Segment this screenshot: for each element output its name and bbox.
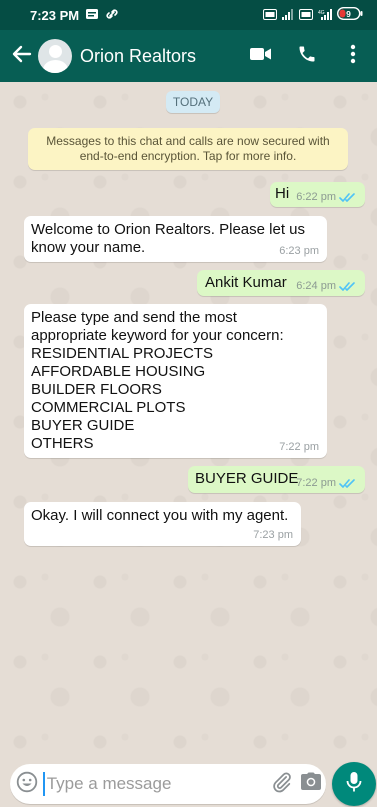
composer-bar [0, 760, 377, 807]
message-input[interactable] [42, 772, 268, 796]
message-text: Please type and send the most appropriat… [31, 309, 284, 452]
attach-icon [271, 771, 293, 798]
voice-call-button[interactable] [287, 30, 327, 82]
message-time: 6:23 pm [279, 245, 319, 257]
emoji-icon [16, 771, 38, 798]
date-chip: TODAY [166, 91, 220, 113]
message-time: 6:22 pm [296, 191, 336, 203]
contact-name[interactable]: Orion Realtors [80, 46, 241, 67]
volte-icon-2 [299, 8, 313, 23]
read-receipt-icon [339, 478, 357, 489]
battery-icon: 9 [336, 6, 363, 23]
message-text: Okay. I will connect you with my agent. [31, 507, 289, 524]
camera-button[interactable] [297, 764, 326, 804]
message-time: 7:22 pm [279, 441, 319, 453]
message-text: Ankit Kumar [205, 274, 287, 291]
message-text: Hi [275, 185, 290, 202]
signal-icon [282, 8, 294, 23]
status-time: 7:23 PM [30, 7, 80, 23]
signal-icon-2: 4G [318, 8, 332, 23]
message-bubble-in[interactable]: Welcome to Orion Realtors. Please let us… [24, 216, 327, 262]
chat-header: Orion Realtors [0, 30, 377, 82]
video-call-button[interactable] [241, 30, 281, 82]
back-arrow-icon [12, 45, 32, 68]
video-call-icon [250, 47, 272, 66]
link-icon [105, 7, 119, 24]
message-time: 7:22 pm [296, 477, 336, 489]
status-bar: 7:23 PM 4G 9 [0, 0, 377, 30]
back-button[interactable] [6, 30, 38, 82]
read-receipt-icon [339, 281, 357, 292]
read-receipt-icon [339, 192, 357, 203]
voice-record-button[interactable] [332, 762, 376, 806]
message-time: 7:23 pm [253, 529, 293, 541]
notification-icon [85, 8, 99, 23]
message-text: Welcome to Orion Realtors. Please let us… [31, 221, 306, 256]
chat-area[interactable]: TODAY Messages to this chat and calls ar… [0, 82, 377, 760]
message-bubble-out[interactable]: BUYER GUIDE 7:22 pm [188, 466, 365, 493]
message-input-box [10, 764, 326, 804]
svg-text:4G: 4G [318, 10, 325, 16]
message-bubble-in[interactable]: Please type and send the most appropriat… [24, 304, 327, 458]
message-bubble-in[interactable]: Okay. I will connect you with my agent. … [24, 502, 301, 546]
message-time: 6:24 pm [296, 280, 336, 292]
attach-button[interactable] [268, 764, 297, 804]
emoji-button[interactable] [12, 764, 43, 804]
message-bubble-out[interactable]: Ankit Kumar 6:24 pm [197, 270, 365, 296]
more-options-icon [350, 44, 356, 69]
avatar[interactable] [38, 39, 72, 73]
phone-call-icon [297, 44, 317, 69]
encryption-notice[interactable]: Messages to this chat and calls are now … [28, 128, 348, 170]
message-text: BUYER GUIDE [195, 470, 299, 487]
more-options-button[interactable] [333, 30, 373, 82]
message-bubble-out[interactable]: Hi 6:22 pm [270, 182, 365, 207]
battery-level: 9 [346, 9, 351, 19]
volte-icon [263, 8, 277, 23]
camera-icon [300, 772, 322, 796]
mic-icon [346, 771, 362, 798]
